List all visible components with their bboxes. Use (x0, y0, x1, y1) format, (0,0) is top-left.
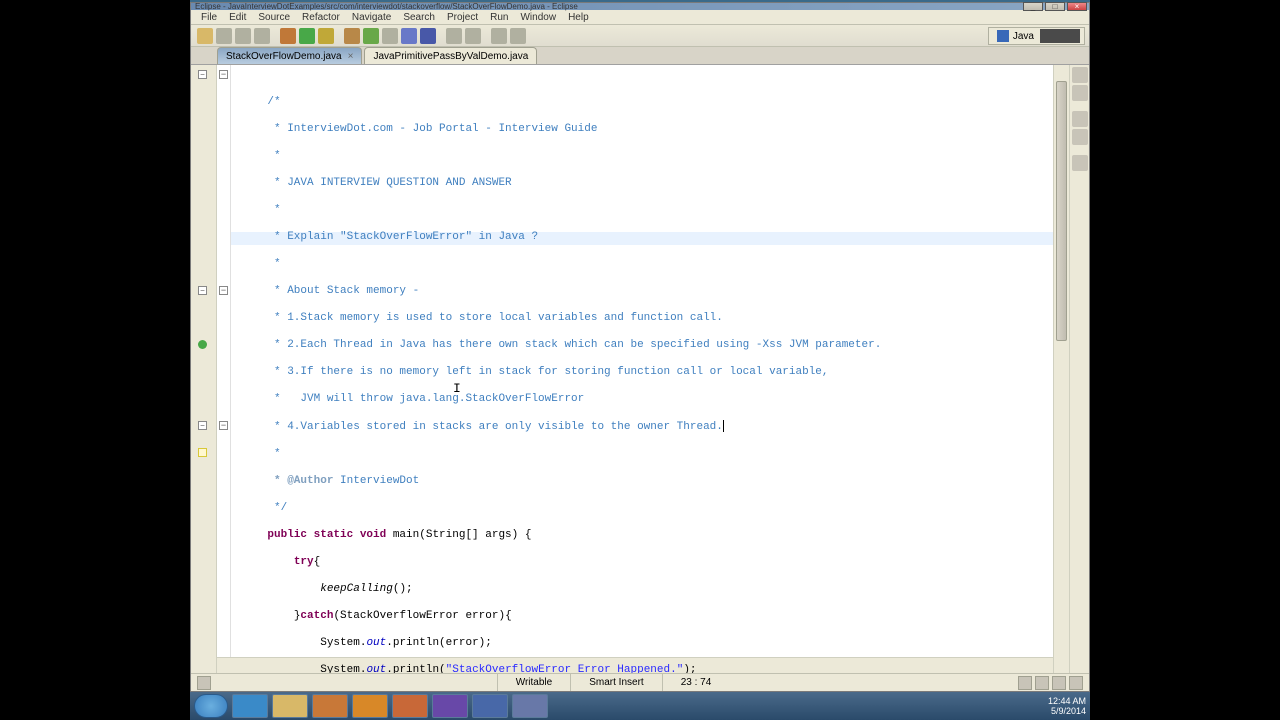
run-marker-icon[interactable] (198, 340, 207, 349)
tab-stackoverflow-demo[interactable]: StackOverFlowDemo.java× (217, 47, 362, 64)
close-tab-icon[interactable]: × (348, 51, 354, 62)
taskbar-app2-icon[interactable] (512, 694, 548, 718)
fold-toggle-icon[interactable]: − (198, 70, 207, 79)
menu-edit[interactable]: Edit (223, 10, 252, 24)
toggle-mark-icon[interactable] (420, 28, 436, 44)
menu-file[interactable]: File (195, 10, 223, 24)
right-trim-stack (1069, 65, 1089, 673)
java-perspective-icon (997, 30, 1009, 42)
status-icon[interactable] (1035, 676, 1049, 690)
taskbar-explorer-icon[interactable] (272, 694, 308, 718)
perspective-other[interactable] (1040, 29, 1080, 43)
status-insert-mode: Smart Insert (570, 674, 661, 691)
taskbar-media-icon[interactable] (312, 694, 348, 718)
editor-area: − − − − − − /* * InterviewDot.com - Job … (191, 65, 1089, 673)
status-icon[interactable] (1018, 676, 1032, 690)
fold-toggle-icon[interactable]: − (198, 421, 207, 430)
outline-view-icon[interactable] (1072, 67, 1088, 83)
eclipse-window: Eclipse - JavaInterviewDotExamples/src/c… (190, 2, 1090, 692)
menu-help[interactable]: Help (562, 10, 595, 24)
menu-refactor[interactable]: Refactor (296, 10, 346, 24)
titlebar[interactable]: Eclipse - JavaInterviewDotExamples/src/c… (191, 3, 1089, 10)
menu-navigate[interactable]: Navigate (346, 10, 397, 24)
show-view-icon[interactable] (197, 676, 211, 690)
marker-gutter[interactable]: − − − (191, 65, 217, 673)
warning-icon[interactable] (198, 448, 207, 457)
new-class-icon[interactable] (363, 28, 379, 44)
menubar: File Edit Source Refactor Navigate Searc… (191, 10, 1089, 25)
print-icon[interactable] (254, 28, 270, 44)
nav-icon[interactable] (446, 28, 462, 44)
open-type-icon[interactable] (382, 28, 398, 44)
tray-date: 5/9/2014 (1048, 706, 1086, 716)
menu-run[interactable]: Run (484, 10, 514, 24)
menu-project[interactable]: Project (441, 10, 484, 24)
start-button[interactable] (194, 694, 228, 718)
toolbar: Java (191, 25, 1089, 47)
forward-icon[interactable] (510, 28, 526, 44)
debug-icon[interactable] (280, 28, 296, 44)
taskbar-ie-icon[interactable] (232, 694, 268, 718)
window-title: Eclipse - JavaInterviewDotExamples/src/c… (195, 2, 578, 11)
minimize-button[interactable]: _ (1023, 2, 1043, 11)
run-last-icon[interactable] (318, 28, 334, 44)
text-caret (723, 420, 724, 432)
taskbar-eclipse-icon[interactable] (472, 694, 508, 718)
new-icon[interactable] (197, 28, 213, 44)
save-all-icon[interactable] (235, 28, 251, 44)
fold-minus-icon[interactable]: − (219, 70, 228, 79)
perspective-switcher[interactable]: Java (988, 27, 1085, 45)
status-writable: Writable (497, 674, 571, 691)
menu-search[interactable]: Search (397, 10, 441, 24)
run-icon[interactable] (299, 28, 315, 44)
restore-view-icon[interactable] (1072, 129, 1088, 145)
status-icon[interactable] (1052, 676, 1066, 690)
back-icon[interactable] (491, 28, 507, 44)
code-editor[interactable]: /* * InterviewDot.com - Job Portal - Int… (231, 65, 1069, 673)
menu-source[interactable]: Source (252, 10, 296, 24)
maximize-button[interactable]: □ (1045, 2, 1065, 11)
fold-gutter[interactable]: − − − (217, 65, 231, 673)
tray-time: 12:44 AM (1048, 696, 1086, 706)
statusbar: Writable Smart Insert 23 : 74 (191, 673, 1089, 691)
editor-tabbar: StackOverFlowDemo.java× JavaPrimitivePas… (191, 47, 1089, 65)
perspective-label: Java (1013, 31, 1034, 42)
taskbar-firefox-icon[interactable] (392, 694, 428, 718)
save-icon[interactable] (216, 28, 232, 44)
hierarchy-view-icon[interactable] (1072, 155, 1088, 171)
search-icon[interactable] (401, 28, 417, 44)
fold-minus-icon[interactable]: − (219, 286, 228, 295)
fold-minus-icon[interactable]: − (219, 421, 228, 430)
task-list-icon[interactable] (1072, 85, 1088, 101)
status-cursor-position: 23 : 74 (662, 674, 730, 691)
new-package-icon[interactable] (344, 28, 360, 44)
status-icon[interactable] (1069, 676, 1083, 690)
taskbar-vlc-icon[interactable] (352, 694, 388, 718)
taskbar-app-icon[interactable] (432, 694, 468, 718)
tab-passbyval-demo[interactable]: JavaPrimitivePassByValDemo.java (364, 47, 537, 64)
minimize-view-icon[interactable] (1072, 111, 1088, 127)
close-button[interactable]: × (1067, 2, 1087, 11)
fold-toggle-icon[interactable]: − (198, 286, 207, 295)
system-tray[interactable]: 12:44 AM 5/9/2014 (1048, 696, 1086, 716)
menu-window[interactable]: Window (514, 10, 562, 24)
windows-taskbar[interactable]: 12:44 AM 5/9/2014 (190, 692, 1090, 720)
nav2-icon[interactable] (465, 28, 481, 44)
